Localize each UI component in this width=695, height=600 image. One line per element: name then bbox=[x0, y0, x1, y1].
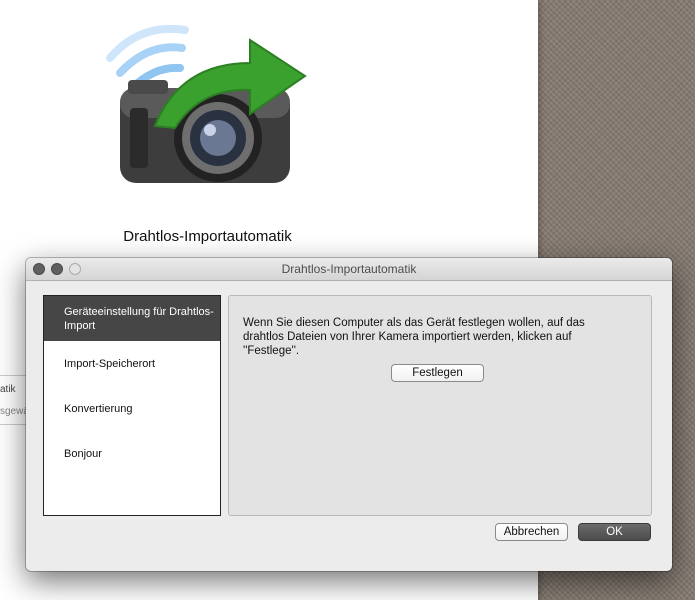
cancel-button[interactable]: Abbrechen bbox=[495, 523, 568, 541]
sidebar-item-label: Konvertierung bbox=[64, 402, 133, 415]
settings-panel: Wenn Sie diesen Computer als das Gerät f… bbox=[228, 295, 652, 516]
sidebar-item-label: Geräteeinstellung für Drahtlos-Import bbox=[64, 305, 214, 332]
import-settings-dialog: Drahtlos-Importautomatik Geräteeinstellu… bbox=[26, 258, 672, 571]
sidebar-item-label: Bonjour bbox=[64, 447, 102, 460]
sidebar-item-bonjour[interactable]: Bonjour bbox=[44, 431, 220, 476]
device-setup-description: Wenn Sie diesen Computer als das Gerät f… bbox=[243, 317, 585, 357]
ok-button[interactable]: OK bbox=[578, 523, 651, 541]
sidebar-item-label: Import-Speicherort bbox=[64, 357, 156, 370]
background-app-title: Drahtlos-Importautomatik bbox=[123, 228, 292, 245]
cut-text-1: atik bbox=[0, 384, 16, 395]
settings-sidebar: Geräteeinstellung für Drahtlos-Import Im… bbox=[43, 295, 221, 516]
sidebar-item-import-location[interactable]: Import-Speicherort bbox=[44, 341, 220, 386]
set-device-button[interactable]: Festlegen bbox=[391, 364, 484, 382]
sidebar-item-conversion[interactable]: Konvertierung bbox=[44, 386, 220, 431]
dialog-titlebar: Drahtlos-Importautomatik bbox=[26, 258, 672, 281]
sidebar-item-device-setup[interactable]: Geräteeinstellung für Drahtlos-Import bbox=[44, 296, 220, 341]
dialog-title: Drahtlos-Importautomatik bbox=[281, 262, 417, 276]
camera-wifi-arrow-icon bbox=[106, 24, 307, 183]
cut-text-2: sgewä bbox=[0, 406, 29, 417]
